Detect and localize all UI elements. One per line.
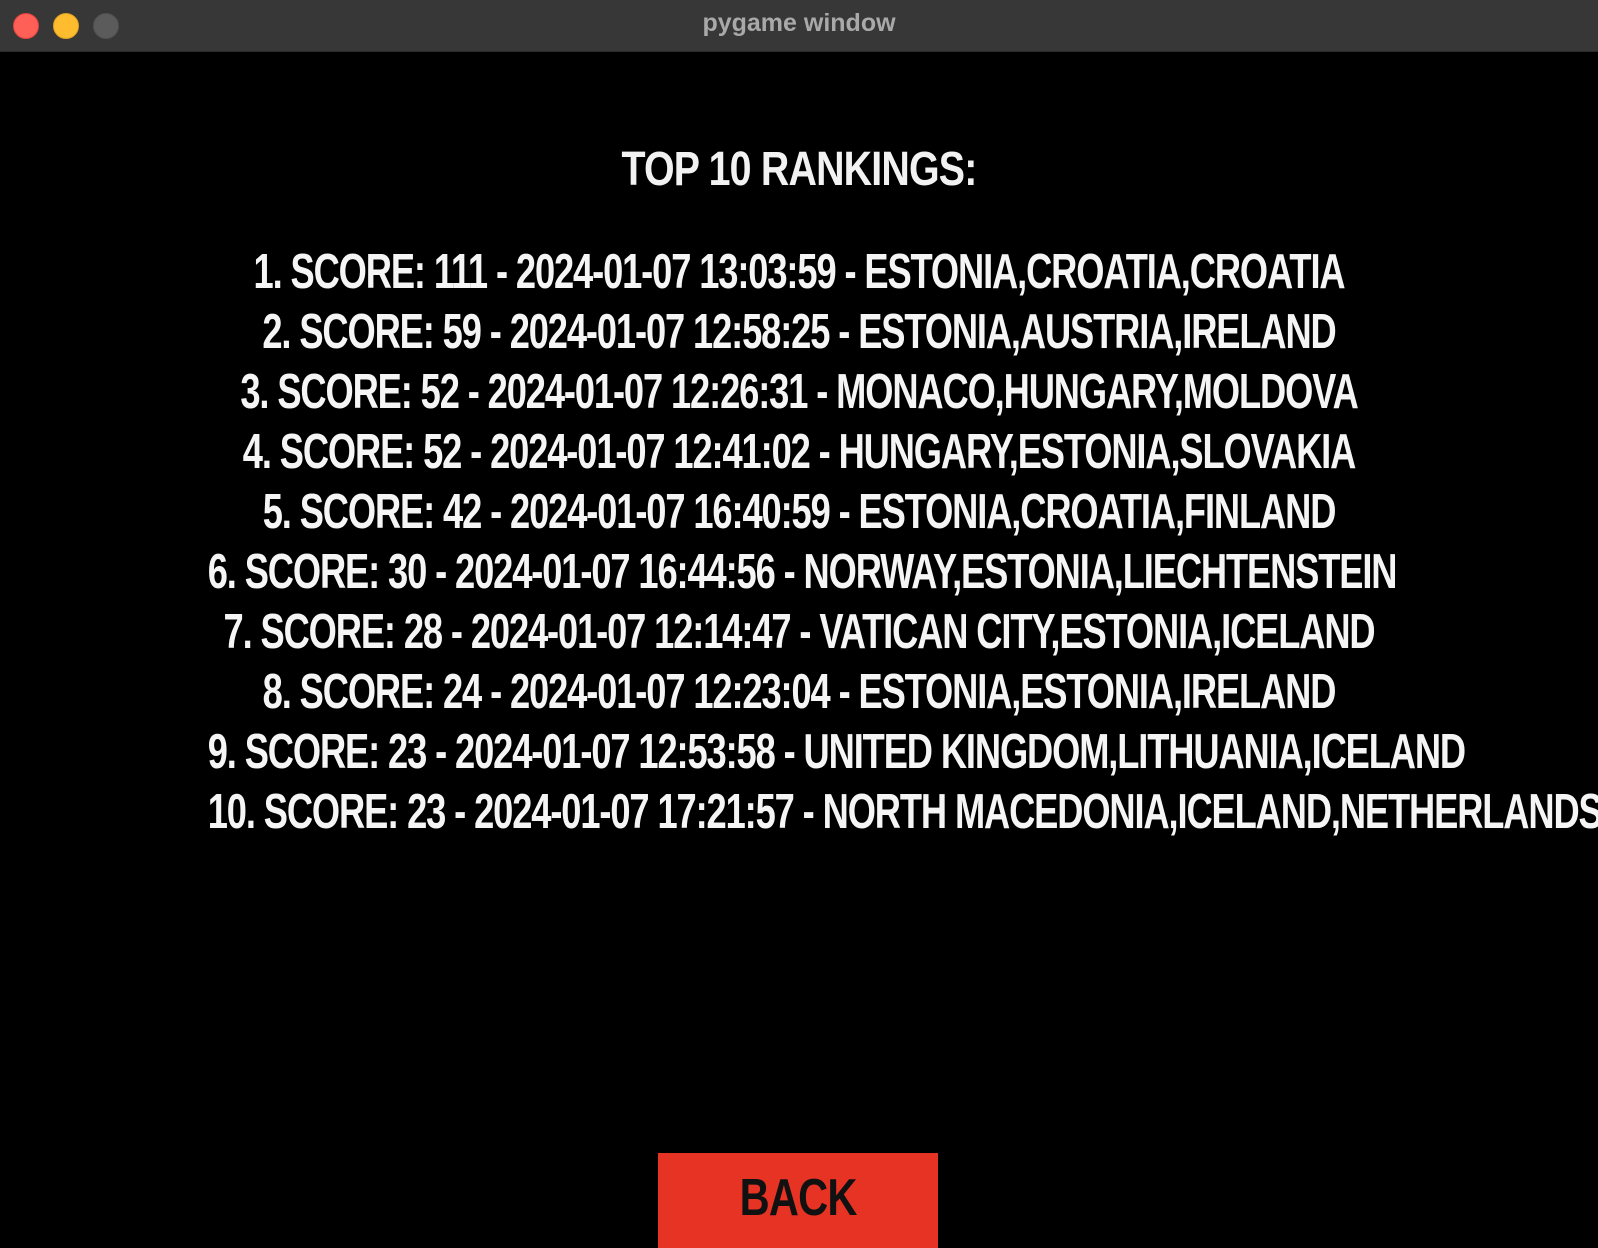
window-title: pygame window (702, 9, 896, 37)
rankings-heading: TOP 10 RANKINGS: (621, 143, 977, 196)
title-bar[interactable]: pygame window (0, 0, 1598, 52)
ranking-entry: 10. SCORE: 23 - 2024-01-07 17:21:57 - NO… (207, 785, 1598, 839)
ranking-entry: 1. SCORE: 111 - 2024-01-07 13:03:59 - ES… (253, 245, 1346, 299)
ranking-entry: 8. SCORE: 24 - 2024-01-07 12:23:04 - EST… (262, 665, 1337, 719)
back-button[interactable]: BACK (658, 1153, 938, 1248)
ranking-entry: 6. SCORE: 30 - 2024-01-07 16:44:56 - NOR… (207, 545, 1398, 599)
ranking-entry: 7. SCORE: 28 - 2024-01-07 12:14:47 - VAT… (223, 605, 1376, 659)
ranking-entry: 3. SCORE: 52 - 2024-01-07 12:26:31 - MON… (240, 365, 1358, 419)
ranking-entry: 2. SCORE: 59 - 2024-01-07 12:58:25 - EST… (262, 305, 1336, 359)
ranking-entry: 5. SCORE: 42 - 2024-01-07 16:40:59 - EST… (262, 485, 1337, 539)
rankings-list: 1. SCORE: 111 - 2024-01-07 13:03:59 - ES… (0, 242, 1598, 842)
ranking-entry: 9. SCORE: 23 - 2024-01-07 12:53:58 - UNI… (207, 725, 1466, 779)
game-canvas: TOP 10 RANKINGS: 1. SCORE: 111 - 2024-01… (0, 52, 1598, 1248)
pygame-window: pygame window TOP 10 RANKINGS: 1. SCORE:… (0, 0, 1598, 1248)
ranking-entry: 4. SCORE: 52 - 2024-01-07 12:41:02 - HUN… (242, 425, 1357, 479)
back-button-label: BACK (739, 1169, 858, 1227)
